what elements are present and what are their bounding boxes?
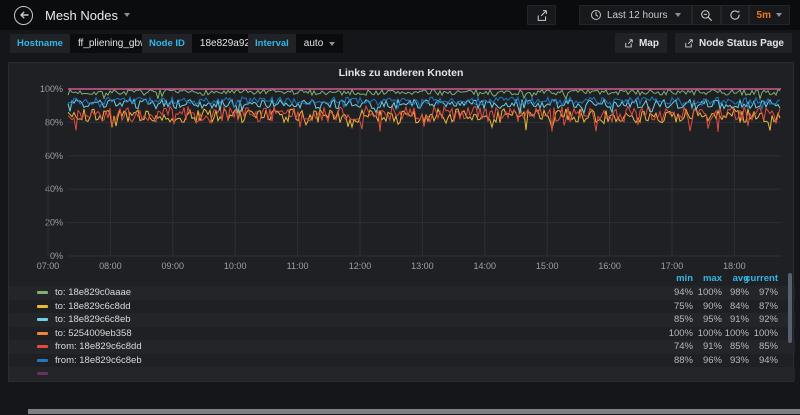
variable-interval-label: Interval (248, 34, 296, 53)
legend-row: to: 18e829c0aaae94%100%98%97% (9, 286, 795, 300)
legend-row: to: 5254009eb358100%100%100%100% (9, 327, 795, 341)
time-series-chart[interactable]: 0%20%40%60%80%100%07:0008:0009:0010:0011… (9, 63, 795, 271)
legend-series-name[interactable]: from: 18e829c6c8eb (55, 355, 142, 366)
node-status-page-link[interactable]: Node Status Page (675, 33, 792, 53)
external-link-icon (623, 38, 634, 49)
refresh-icon (729, 9, 741, 21)
dashboard-title-dropdown[interactable]: Mesh Nodes (45, 8, 130, 23)
top-navbar: Mesh Nodes Last 12 hours (0, 0, 800, 30)
variable-interval: Interval auto (248, 34, 343, 53)
dashboard-title: Mesh Nodes (45, 8, 118, 23)
zoom-out-icon (700, 9, 713, 22)
arrow-left-icon (18, 9, 30, 21)
external-link-icon (683, 38, 694, 49)
dashboard-links: Map Node Status Page (615, 33, 792, 53)
map-link[interactable]: Map (615, 33, 667, 53)
legend-series-swatch[interactable] (37, 318, 48, 321)
legend-series-swatch[interactable] (37, 291, 48, 294)
y-axis-label: 100% (40, 84, 63, 94)
legend-series-name[interactable]: from: 18e829c6c8dd (55, 341, 142, 352)
legend-header: minmaxavgcurrent (9, 273, 795, 286)
variable-hostname-label: Hostname (10, 34, 70, 53)
x-axis-label: 11:00 (287, 261, 309, 271)
x-axis-label: 17:00 (661, 261, 684, 271)
legend-series-name[interactable]: to: 5254009eb358 (55, 328, 132, 339)
legend-column-current[interactable]: current (734, 273, 778, 284)
share-button[interactable] (527, 5, 556, 25)
x-axis-label: 12:00 (349, 261, 372, 271)
horizontal-scrollbar[interactable] (28, 409, 800, 414)
x-axis-label: 13:00 (411, 261, 434, 271)
x-axis-label: 16:00 (598, 261, 621, 271)
variable-interval-value[interactable]: auto (296, 34, 343, 53)
legend-value-current: 97% (734, 287, 778, 298)
legend-series-name[interactable]: to: 18e829c0aaae (55, 287, 131, 298)
links-panel: Links zu anderen Knoten 0%20%40%60%80%10… (8, 62, 794, 382)
legend-value-current: 100% (734, 328, 778, 339)
variable-interval-value-text: auto (304, 38, 323, 49)
legend-scrollbar[interactable] (788, 273, 792, 343)
legend-series-swatch[interactable] (37, 305, 48, 308)
chevron-down-icon (776, 13, 782, 17)
legend-row: from: 18e829c6c8eb88%96%93%94% (9, 354, 795, 368)
legend-row (9, 367, 795, 381)
series-line (68, 90, 780, 99)
legend-series-swatch[interactable] (37, 345, 48, 348)
legend-value-current: 85% (734, 341, 778, 352)
refresh-button[interactable] (721, 5, 749, 25)
y-axis-label: 0% (50, 251, 63, 261)
legend-table: minmaxavgcurrentto: 18e829c0aaae94%100%9… (9, 273, 795, 382)
map-link-label: Map (639, 38, 659, 49)
legend-row: from: 18e829c6c8dd74%91%85%85% (9, 340, 795, 354)
x-axis-label: 07:00 (37, 261, 60, 271)
zoom-out-button[interactable] (692, 5, 721, 25)
clock-icon (590, 9, 602, 21)
series-line (68, 106, 780, 132)
refresh-interval-dropdown[interactable]: 5m (749, 5, 790, 25)
x-axis-label: 09:00 (162, 261, 185, 271)
x-axis-label: 08:00 (99, 261, 122, 271)
chevron-down-icon (124, 13, 130, 17)
time-range-label: Last 12 hours (607, 10, 668, 21)
submenu-bar: Hostname ff_pliening_gbw_egod Node ID 18… (0, 30, 800, 60)
back-button[interactable] (14, 6, 33, 25)
x-axis-label: 14:00 (474, 261, 497, 271)
time-range-picker[interactable]: Last 12 hours (579, 5, 692, 25)
legend-series-swatch[interactable] (37, 332, 48, 335)
time-controls: Last 12 hours 5m (579, 5, 790, 25)
share-icon (535, 9, 548, 22)
node-status-page-link-label: Node Status Page (699, 38, 784, 49)
legend-series-swatch[interactable] (37, 359, 48, 362)
legend-series-name[interactable]: to: 18e829c6c8eb (55, 314, 131, 325)
legend-row: to: 18e829c6c8dd75%90%84%87% (9, 300, 795, 314)
legend-value-current: 87% (734, 301, 778, 312)
x-axis-label: 18:00 (723, 261, 746, 271)
refresh-interval-label: 5m (757, 10, 771, 21)
legend-series-swatch[interactable] (37, 372, 48, 375)
legend-value-current: 92% (734, 314, 778, 325)
chevron-down-icon (675, 13, 681, 17)
navbar-actions: Last 12 hours 5m (527, 5, 790, 25)
legend-row: to: 18e829c6c8eb85%95%91%92% (9, 313, 795, 327)
x-axis-label: 15:00 (536, 261, 559, 271)
x-axis-label: 10:00 (224, 261, 247, 271)
legend-series-name[interactable]: to: 18e829c6c8dd (55, 301, 131, 312)
variable-nodeid-label: Node ID (142, 34, 192, 53)
chevron-down-icon (329, 42, 335, 46)
grafana-dashboard: Mesh Nodes Last 12 hours (0, 0, 800, 415)
legend-value-current: 94% (734, 355, 778, 366)
